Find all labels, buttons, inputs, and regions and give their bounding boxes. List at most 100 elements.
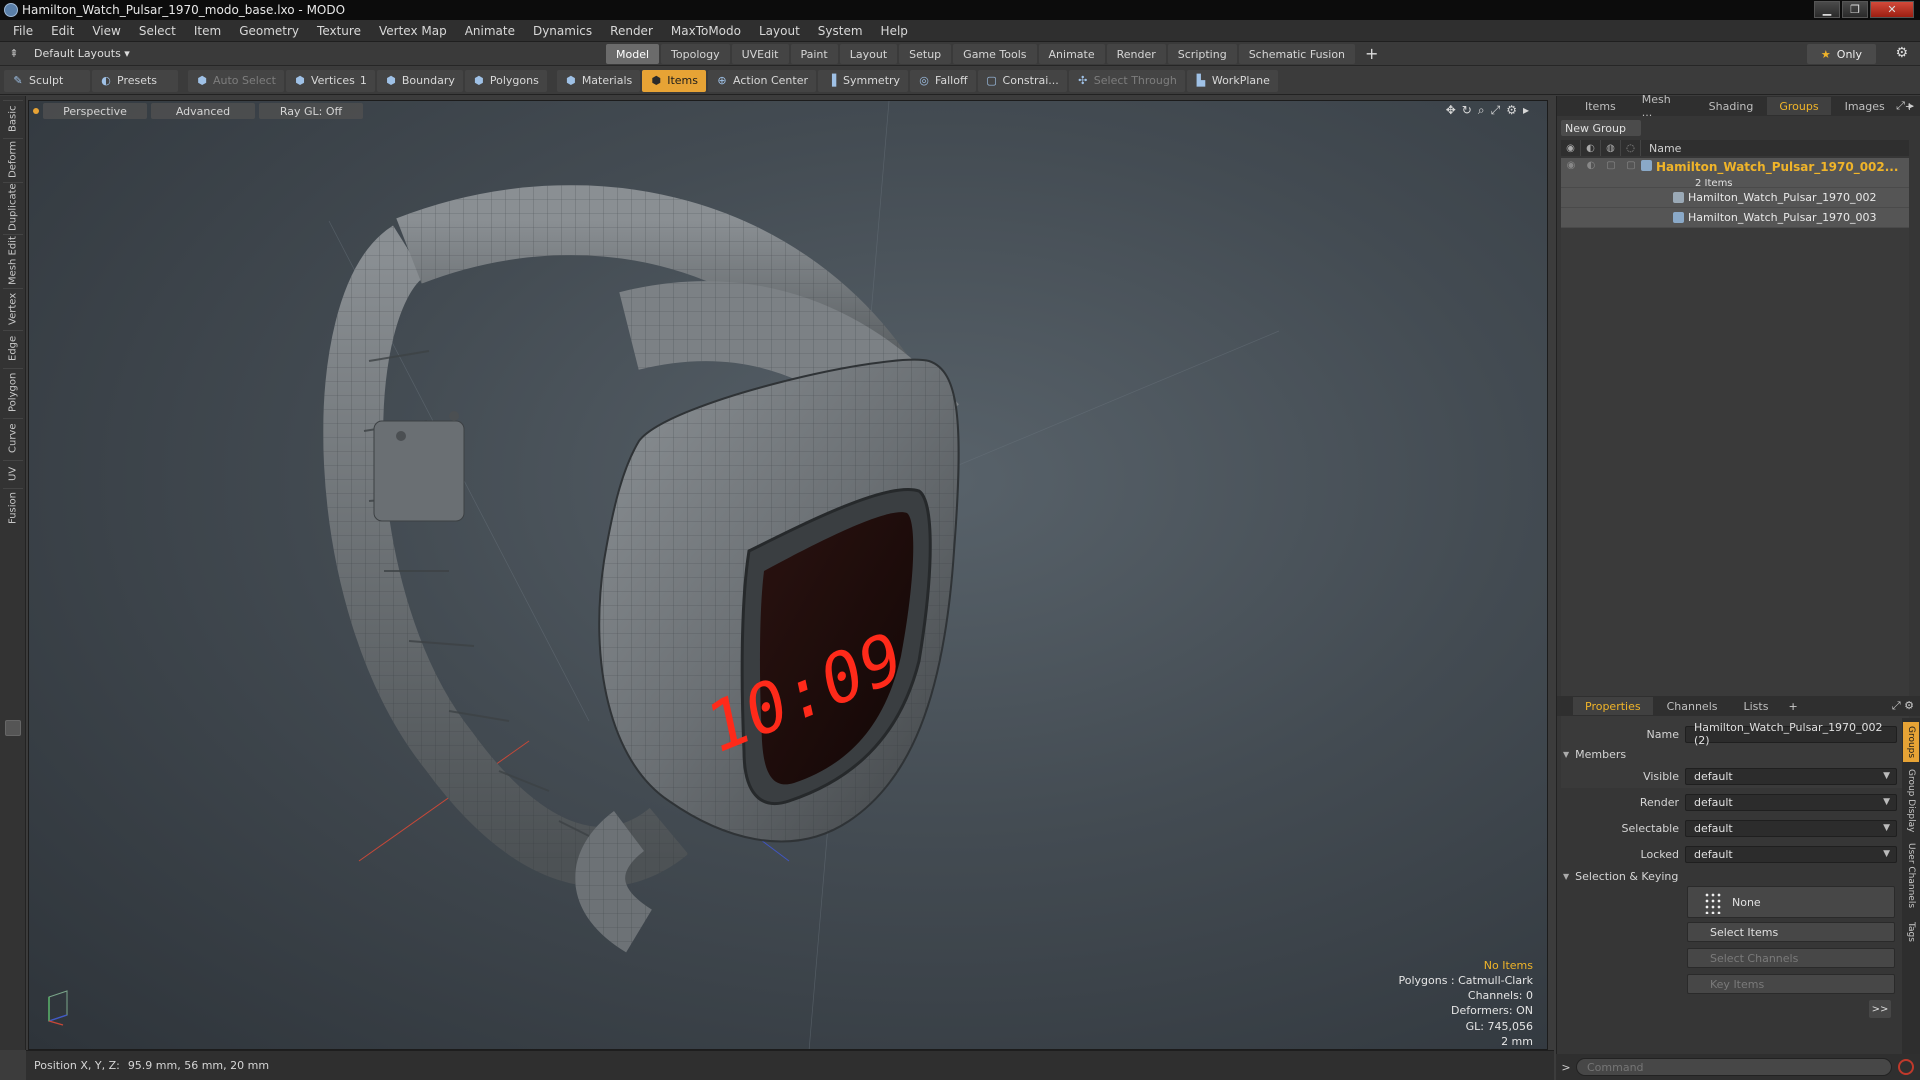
presets-button[interactable]: ◐ Presets: [92, 69, 178, 92]
menu-vertex-map[interactable]: Vertex Map: [370, 24, 456, 38]
menu-item[interactable]: Item: [185, 24, 230, 38]
tab-setup[interactable]: Setup: [899, 44, 952, 64]
group-name-field[interactable]: Hamilton_Watch_Pulsar_1970_002 (2): [1685, 721, 1897, 747]
menu-system[interactable]: System: [809, 24, 872, 38]
selection-keying-section[interactable]: ▼ Selection & Keying: [1563, 868, 1893, 884]
gear-icon[interactable]: ⚙: [1895, 45, 1908, 61]
left-tab-curve[interactable]: Curve: [3, 418, 23, 458]
side-tab-groups[interactable]: Groups: [1903, 722, 1919, 762]
left-tab-polygon[interactable]: Polygon: [3, 368, 23, 416]
menu-render[interactable]: Render: [601, 24, 662, 38]
viewport-options-icon[interactable]: [33, 108, 39, 114]
panel-expand-icon[interactable]: ⤢ ▸: [1896, 99, 1914, 113]
side-tab-tags[interactable]: Tags: [1903, 916, 1919, 948]
side-tab-group-display[interactable]: Group Display: [1903, 766, 1919, 836]
visibility-column-icon[interactable]: ◉: [1561, 140, 1581, 156]
none-button[interactable]: None: [1687, 886, 1895, 918]
tab-render[interactable]: Render: [1106, 44, 1166, 64]
menu-texture[interactable]: Texture: [308, 24, 370, 38]
move-view-icon[interactable]: ✥: [1446, 103, 1456, 118]
side-tab-user-channels[interactable]: User Channels: [1903, 840, 1919, 912]
menu-select[interactable]: Select: [130, 24, 185, 38]
tab-animate[interactable]: Animate: [1038, 44, 1105, 64]
select-items-button[interactable]: Select Items: [1687, 922, 1895, 942]
tab-schematic-fusion[interactable]: Schematic Fusion: [1238, 44, 1356, 64]
items-button[interactable]: ⬢ Items: [642, 69, 707, 92]
vertices-button[interactable]: ⬢ Vertices 1: [285, 69, 375, 92]
left-tab-duplicate[interactable]: Duplicate: [3, 182, 23, 232]
viewport-settings-icon[interactable]: ⚙: [1506, 103, 1517, 118]
expand-arrow-icon[interactable]: ▸: [1523, 103, 1529, 118]
menu-file[interactable]: File: [4, 24, 42, 38]
tab-topology[interactable]: Topology: [661, 44, 730, 64]
advanced-button[interactable]: Advanced: [151, 103, 255, 119]
menu-view[interactable]: View: [83, 24, 129, 38]
lock-column-icon[interactable]: ◍: [1601, 140, 1621, 156]
tree-item-row[interactable]: Hamilton_Watch_Pulsar_1970_002: [1561, 188, 1909, 208]
render-column-icon[interactable]: ◐: [1581, 140, 1601, 156]
new-group-button[interactable]: New Group: [1561, 120, 1641, 136]
select-channels-button[interactable]: Select Channels: [1687, 948, 1895, 968]
perspective-button[interactable]: Perspective: [43, 103, 147, 119]
left-tab-vertex[interactable]: Vertex: [3, 288, 23, 328]
tree-item-row[interactable]: Hamilton_Watch_Pulsar_1970_003: [1561, 208, 1909, 228]
sculpt-button[interactable]: ✎ Sculpt: [4, 69, 90, 92]
selectable-dropdown[interactable]: default ▼: [1685, 819, 1897, 837]
menu-maxtomodo[interactable]: MaxToModo: [662, 24, 750, 38]
strip-toggle-button[interactable]: [5, 720, 21, 736]
render-toggle-icon[interactable]: ◐: [1581, 160, 1601, 171]
group-row[interactable]: ◉ ◐ ▢ ▢ Hamilton_Watch_Pulsar_1970_002..…: [1561, 158, 1909, 189]
tab-paint[interactable]: Paint: [790, 44, 838, 64]
left-tab-deform[interactable]: Deform: [3, 138, 23, 180]
close-button[interactable]: ✕: [1870, 1, 1914, 18]
add-tab-button[interactable]: +: [1357, 44, 1386, 64]
constraints-button[interactable]: ▢ Constrai...: [977, 69, 1067, 92]
layout-toggle-icon[interactable]: ⇞: [0, 47, 28, 60]
visible-dropdown[interactable]: default ▼: [1685, 767, 1897, 785]
polygons-button[interactable]: ⬢ Polygons: [464, 69, 547, 92]
left-tab-fusion[interactable]: Fusion: [3, 488, 23, 528]
tab-channels[interactable]: Channels: [1655, 697, 1730, 715]
command-input[interactable]: [1576, 1058, 1892, 1076]
left-tab-uv[interactable]: UV: [3, 460, 23, 486]
raygl-button[interactable]: Ray GL: Off: [259, 103, 363, 119]
default-layouts-dropdown[interactable]: Default Layouts ▾: [28, 47, 136, 60]
tab-lists[interactable]: Lists: [1732, 697, 1781, 715]
menu-geometry[interactable]: Geometry: [230, 24, 308, 38]
symmetry-button[interactable]: ▐ Symmetry: [818, 69, 909, 92]
key-items-button[interactable]: Key Items: [1687, 974, 1895, 994]
tab-uvedit[interactable]: UVEdit: [731, 44, 789, 64]
name-column-header[interactable]: Name: [1641, 142, 1681, 155]
visibility-toggle-icon[interactable]: ◉: [1561, 160, 1581, 171]
select-column-icon[interactable]: ◌: [1621, 140, 1641, 156]
tab-game-tools[interactable]: Game Tools: [953, 44, 1037, 64]
minimize-button[interactable]: ▁: [1814, 1, 1840, 18]
tab-groups[interactable]: Groups: [1767, 97, 1831, 115]
left-tab-edge[interactable]: Edge: [3, 330, 23, 366]
properties-expand-icon[interactable]: ⤢ ⚙: [1892, 699, 1914, 713]
action-center-button[interactable]: ⊕ Action Center: [708, 69, 816, 92]
select-toggle-icon[interactable]: ▢: [1621, 160, 1641, 171]
workplane-button[interactable]: ▙ WorkPlane: [1186, 69, 1278, 92]
left-tab-mesh-edit[interactable]: Mesh Edit: [3, 234, 23, 286]
maximize-button[interactable]: ❐: [1842, 1, 1868, 18]
tab-properties[interactable]: Properties: [1573, 697, 1653, 715]
locked-dropdown[interactable]: default ▼: [1685, 845, 1897, 863]
fit-view-icon[interactable]: ⤢: [1491, 103, 1501, 118]
only-button[interactable]: ★ Only: [1806, 44, 1876, 64]
menu-layout[interactable]: Layout: [750, 24, 809, 38]
menu-help[interactable]: Help: [872, 24, 917, 38]
menu-edit[interactable]: Edit: [42, 24, 83, 38]
menu-dynamics[interactable]: Dynamics: [524, 24, 601, 38]
select-through-button[interactable]: ✣ Select Through: [1068, 69, 1185, 92]
command-history-arrow[interactable]: >: [1556, 1061, 1576, 1074]
left-tab-basic[interactable]: Basic: [3, 100, 23, 136]
tab-layout[interactable]: Layout: [839, 44, 898, 64]
3d-viewport[interactable]: 10:09 Perspective Advanced Ray GL: Off ✥…: [28, 100, 1548, 1050]
tab-shading[interactable]: Shading: [1697, 97, 1766, 115]
render-dropdown[interactable]: default ▼: [1685, 793, 1897, 811]
boundary-button[interactable]: ⬢ Boundary: [376, 69, 463, 92]
lock-toggle-icon[interactable]: ▢: [1601, 160, 1621, 171]
tab-scripting[interactable]: Scripting: [1167, 44, 1237, 64]
more-button[interactable]: >>: [1869, 1000, 1891, 1018]
